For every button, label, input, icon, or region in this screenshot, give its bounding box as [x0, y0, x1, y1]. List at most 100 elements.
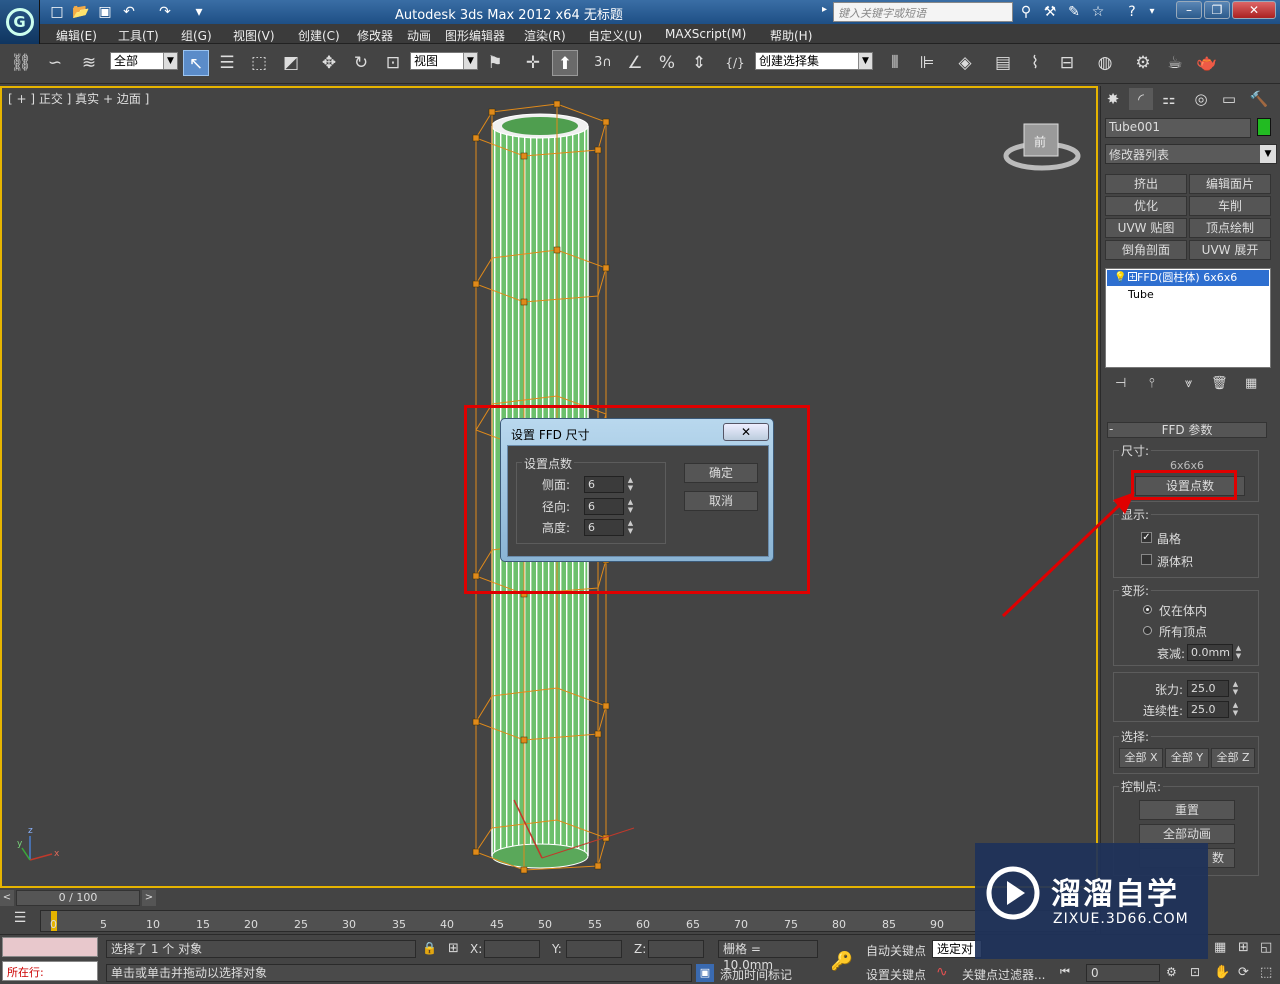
object-color-swatch[interactable] [1257, 118, 1271, 136]
select-object-icon[interactable]: ↖ [183, 50, 209, 76]
app-logo-button[interactable]: G [0, 0, 40, 44]
time-tag-icon[interactable]: ▣ [696, 964, 714, 982]
undo-icon[interactable]: ↶ [120, 3, 138, 21]
scale-icon[interactable]: ⊡ [380, 50, 406, 76]
pivot-center-icon[interactable]: ⚑ [482, 50, 508, 76]
maximize-viewport-icon[interactable]: ⬚ [1260, 965, 1272, 980]
customize-qa-icon[interactable]: ▾ [190, 3, 208, 21]
reset-button[interactable]: 重置 [1139, 800, 1235, 820]
layer-manager-icon[interactable]: ◈ [952, 50, 978, 76]
window-crossing-icon[interactable]: ◩ [278, 50, 304, 76]
time-slider-prev-icon[interactable]: < [0, 890, 14, 906]
save-icon[interactable]: ▣ [96, 3, 114, 21]
unlink-icon[interactable]: ∽ [42, 50, 68, 76]
menu-create[interactable]: 创建(C) [298, 27, 340, 44]
rendered-frame-icon[interactable]: ☕ [1162, 50, 1188, 76]
motion-tab-icon[interactable]: ◎ [1189, 88, 1213, 110]
favorites-star-icon[interactable]: ☆ [1088, 3, 1108, 21]
dialog-close-button[interactable]: ✕ [723, 423, 769, 441]
time-config-icon[interactable]: ⚙ [1166, 965, 1177, 979]
set-key-icon[interactable]: 🔑 [822, 947, 862, 977]
rollout-collapse-icon[interactable]: - [1109, 422, 1113, 436]
menu-modifiers[interactable]: 修改器 [357, 27, 393, 44]
uvw-map-button[interactable]: UVW 贴图 [1105, 218, 1187, 238]
y-coord-input[interactable] [566, 940, 622, 958]
vertex-paint-button[interactable]: 顶点绘制 [1189, 218, 1271, 238]
menu-help[interactable]: 帮助(H) [770, 27, 812, 44]
edit-named-selection-icon[interactable]: {/} [722, 50, 748, 76]
lathe-button[interactable]: 车削 [1189, 196, 1271, 216]
render-production-icon[interactable]: 🫖 [1194, 50, 1220, 76]
height-spinner-icon[interactable]: ▲ ▼ [626, 519, 635, 536]
angle-snap-icon[interactable]: ∠ [622, 50, 648, 76]
modify-tab-icon[interactable]: ◜ [1129, 88, 1153, 110]
z-coord-input[interactable] [648, 940, 704, 958]
bind-spacewarp-icon[interactable]: ≋ [76, 50, 102, 76]
curve-editor-icon[interactable]: ⌇ [1022, 50, 1048, 76]
field-of-view-icon[interactable]: ◱ [1260, 940, 1272, 955]
redo-icon[interactable]: ↷ [156, 3, 174, 21]
create-tab-icon[interactable]: ✸ [1101, 88, 1125, 110]
ref-coord-dropdown[interactable]: 视图 ▼ [410, 52, 478, 70]
x-coord-input[interactable] [484, 940, 540, 958]
pan-hand-icon[interactable]: ✋ [1214, 965, 1230, 980]
maxscript-line-field[interactable]: 所在行: [2, 961, 98, 981]
ffd-params-rollout-header[interactable]: FFD 参数 [1107, 422, 1267, 438]
tension-input[interactable]: 25.0 [1187, 680, 1229, 697]
falloff-spinner-icon[interactable]: ▲ ▼ [1234, 644, 1243, 661]
animate-all-button[interactable]: 全部动画 [1139, 824, 1235, 844]
cancel-button[interactable]: 取消 [684, 491, 758, 511]
select-all-x-button[interactable]: 全部 X [1119, 748, 1163, 768]
optimize-button[interactable]: 优化 [1105, 196, 1187, 216]
radial-spinner-icon[interactable]: ▲ ▼ [626, 498, 635, 515]
help-icon[interactable]: ? [1122, 3, 1142, 21]
pin-stack-icon[interactable]: ⊣ [1115, 376, 1126, 391]
absolute-mode-icon[interactable]: ⊞ [448, 941, 459, 956]
align-icon[interactable]: ⊫ [914, 50, 940, 76]
zoom-extents-icon[interactable]: ⊡ [1190, 965, 1200, 979]
continuity-spinner-icon[interactable]: ▲ ▼ [1231, 701, 1240, 718]
set-key-button[interactable]: 设置关键点 [866, 966, 926, 983]
menu-maxscript[interactable]: MAXScript(M) [665, 27, 746, 41]
ok-button[interactable]: 确定 [684, 463, 758, 483]
communication-icon[interactable]: ✎ [1064, 3, 1084, 21]
help-dropdown-icon[interactable]: ▾ [1142, 3, 1162, 21]
show-end-result-icon[interactable]: ⫯ [1149, 376, 1155, 391]
menu-graph-editors[interactable]: 图形编辑器 [445, 27, 505, 44]
select-manipulate-icon[interactable]: ✛ [520, 50, 546, 76]
sides-spinner-icon[interactable]: ▲ ▼ [626, 476, 635, 493]
all-vertices-radio[interactable] [1143, 626, 1152, 635]
spinner-snap-icon[interactable]: ⇕ [686, 50, 712, 76]
configure-sets-icon[interactable]: ▦ [1245, 376, 1257, 391]
trackbar-menu-icon[interactable]: ☰ [10, 910, 30, 930]
move-icon[interactable]: ✥ [316, 50, 342, 76]
named-selection-dropdown[interactable]: 创建选择集 ▼ [755, 52, 873, 70]
key-filters-button[interactable]: 关键点过滤器... [962, 966, 1045, 983]
time-slider[interactable]: 0 / 100 [16, 890, 140, 906]
search-input[interactable]: 键入关键字或短语 [833, 2, 1013, 22]
rotate-icon[interactable]: ↻ [348, 50, 374, 76]
keyboard-shortcut-override-icon[interactable]: ⬆ [552, 50, 578, 76]
extrude-button[interactable]: 挤出 [1105, 174, 1187, 194]
menu-views[interactable]: 视图(V) [233, 27, 275, 44]
selection-filter-dropdown[interactable]: 全部 ▼ [110, 52, 178, 70]
edit-patch-button[interactable]: 编辑面片 [1189, 174, 1271, 194]
falloff-input[interactable]: 0.0mm [1187, 644, 1233, 661]
open-file-icon[interactable]: 📂 [72, 3, 90, 21]
zoom-all-icon[interactable]: ⊞ [1238, 940, 1249, 955]
snap-toggle-icon[interactable]: 3∩ [590, 50, 616, 76]
percent-snap-icon[interactable]: % [654, 50, 680, 76]
mirror-icon[interactable]: ⫴ [882, 50, 908, 76]
add-time-tag-label[interactable]: 添加时间标记 [720, 966, 792, 983]
maxscript-listener-mini[interactable] [2, 937, 98, 957]
lock-selection-icon[interactable]: 🔒 [422, 941, 437, 955]
zoom-icon[interactable]: ▦ [1214, 940, 1226, 955]
schematic-view-icon[interactable]: ⊟ [1054, 50, 1080, 76]
menu-rendering[interactable]: 渲染(R) [524, 27, 566, 44]
go-to-start-icon[interactable]: ⏮ [1060, 965, 1070, 979]
search-expand-icon[interactable]: ▸ [822, 4, 827, 15]
menu-group[interactable]: 组(G) [181, 27, 212, 44]
stack-item-tube[interactable]: Tube [1128, 288, 1154, 301]
bulb-icon[interactable]: 💡 [1114, 272, 1126, 283]
uvw-unwrap-button[interactable]: UVW 展开 [1189, 240, 1271, 260]
